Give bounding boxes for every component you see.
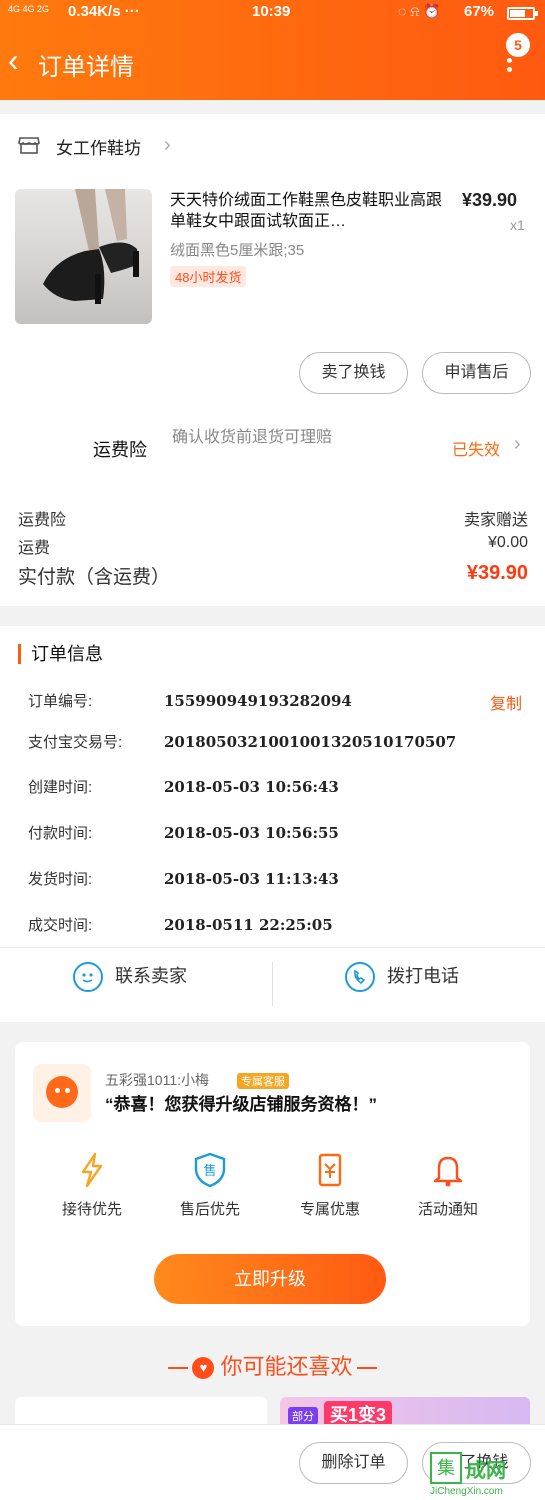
- divider: [168, 1367, 189, 1370]
- perk-reception: 接待优先: [37, 1152, 147, 1219]
- network-speed: 0.34K/s ···: [68, 3, 140, 20]
- contact-seller-button[interactable]: 联系卖家: [73, 962, 187, 993]
- order-info-title: 订单信息: [18, 644, 103, 664]
- info-key: 付款时间:: [28, 825, 93, 842]
- perk-notify: 活动通知: [393, 1152, 503, 1219]
- store-icon: [18, 137, 40, 154]
- mascot-avatar: [33, 1064, 91, 1122]
- fee-value: ¥0.00: [487, 534, 528, 551]
- fee-row-insurance: 运费险 卖家赠送: [18, 506, 528, 530]
- mascot-eye: [65, 1088, 70, 1093]
- fee-value: 卖家赠送: [463, 512, 528, 529]
- info-key: 订单编号:: [28, 693, 93, 710]
- shop-name[interactable]: 女工作鞋坊: [56, 134, 141, 159]
- upgrade-promo-card: 五彩强1011:小梅 专属客服 “恭喜！您获得升级店铺服务资格！” 接待优先 售…: [15, 1042, 530, 1326]
- watermark-url: JiChengXin.com: [430, 1486, 503, 1497]
- product-sku: 绒面黑色5厘米跟;35: [170, 242, 305, 259]
- perk-label: 售后优先: [179, 1201, 240, 1218]
- svg-text:售: 售: [203, 1163, 216, 1179]
- perk-label: 专属优惠: [299, 1201, 360, 1218]
- perk-after-sale: 售 售后优先: [155, 1152, 265, 1219]
- recommend-title: 你可能还喜欢: [220, 1354, 353, 1379]
- shipping-tag: 48小时发货: [170, 266, 247, 287]
- mascot-eye: [55, 1088, 60, 1093]
- chevron-left-icon[interactable]: ‹: [8, 44, 19, 76]
- call-button[interactable]: 拨打电话: [345, 962, 459, 993]
- sell-button[interactable]: 卖了换钱: [299, 352, 408, 394]
- product-price: ¥39.90: [462, 190, 518, 210]
- contact-seller-label: 联系卖家: [115, 966, 187, 986]
- perk-discount: 专属优惠: [275, 1152, 385, 1219]
- insurance-label: 运费险: [93, 440, 147, 460]
- product-image[interactable]: [15, 189, 152, 324]
- info-key: 创建时间:: [28, 779, 93, 796]
- perk-label: 接待优先: [61, 1201, 122, 1218]
- total-label: 实付款（含运费）: [18, 567, 171, 588]
- bell-icon: [433, 1156, 463, 1187]
- promo-tag: 专属客服: [237, 1073, 289, 1089]
- heart-icon: ♥: [192, 1357, 215, 1380]
- recommend-item[interactable]: 部分 买1变3: [280, 1397, 530, 1427]
- info-key: 支付宝交易号:: [28, 734, 123, 751]
- fee-label: 运费险: [18, 512, 67, 529]
- status-bar: 4G 4G 2G 0.34K/s ··· 10:39 ◌ ⍾ ⏰ 67%: [0, 0, 545, 26]
- recommend-tag: 部分: [288, 1407, 318, 1425]
- chevron-right-icon[interactable]: ›: [164, 134, 171, 157]
- watermark-mark: 集: [430, 1452, 462, 1484]
- battery-icon: [507, 7, 538, 20]
- phone-icon: [345, 962, 375, 993]
- network-indicator: 4G 4G 2G: [8, 4, 50, 14]
- fee-label: 运费: [18, 540, 51, 557]
- recommend-item[interactable]: [15, 1397, 267, 1427]
- header-bar: 4G 4G 2G 0.34K/s ··· 10:39 ◌ ⍾ ⏰ 67% ‹ 订…: [0, 0, 545, 100]
- after-sale-button[interactable]: 申请售后: [422, 352, 531, 394]
- copy-button[interactable]: 复制: [490, 690, 522, 714]
- shoe-illustration: [43, 189, 139, 304]
- watermark-name: 成网: [466, 1460, 506, 1482]
- fee-row-total: 实付款（含运费） ¥39.90: [18, 562, 528, 589]
- divider: [0, 947, 545, 948]
- info-key: 发货时间:: [28, 871, 93, 888]
- perk-label: 活动通知: [417, 1201, 478, 1218]
- product-title[interactable]: 天天特价绒面工作鞋黑色皮鞋职业高跟单鞋女中跟面试软面正…: [170, 190, 450, 232]
- alipay-trade-number: 2018050321001001320510170507: [164, 733, 457, 751]
- chat-icon: [73, 962, 103, 993]
- delete-order-button[interactable]: 删除订单: [299, 1442, 408, 1484]
- insurance-status[interactable]: 已失效: [452, 436, 500, 460]
- info-key: 成交时间:: [28, 917, 93, 934]
- created-time: 2018-05-03 10:56:43: [164, 778, 339, 796]
- shield-icon: 售: [194, 1152, 226, 1188]
- upgrade-now-button[interactable]: 立即升级: [154, 1254, 386, 1304]
- battery-fill: [510, 10, 525, 17]
- recommend-heading: ♥ 你可能还喜欢: [0, 1349, 545, 1381]
- shipped-time: 2018-05-03 11:13:43: [164, 870, 339, 888]
- divider: [356, 1367, 377, 1370]
- order-number: 155990949193282094: [164, 692, 352, 710]
- battery-percent: 67%: [464, 3, 495, 20]
- chevron-right-icon[interactable]: ›: [514, 433, 521, 456]
- fee-row-shipping: 运费 ¥0.00: [18, 534, 528, 558]
- watermark-logo: 集 成网 JiChengXin.com: [430, 1452, 542, 1497]
- insurance-desc: 确认收货前退货可理赔: [172, 429, 333, 446]
- promo-sender: 五彩强1011:小梅: [105, 1072, 209, 1088]
- total-value: ¥39.90: [466, 562, 528, 584]
- paid-time: 2018-05-03 10:56:55: [164, 824, 339, 842]
- more-vertical-icon[interactable]: [507, 58, 513, 76]
- lightning-icon: [81, 1152, 103, 1188]
- page-title: 订单详情: [38, 54, 134, 81]
- call-label: 拨打电话: [387, 966, 459, 986]
- divider: [272, 962, 273, 1006]
- completed-time: 2018-0511 22:25:05: [164, 916, 333, 934]
- clock: 10:39: [252, 3, 291, 20]
- status-icons: ◌ ⍾ ⏰: [398, 3, 441, 19]
- mascot-head: [46, 1076, 78, 1108]
- ticket-icon: [318, 1153, 342, 1187]
- message-count-badge[interactable]: 5: [506, 33, 530, 57]
- promo-message: “恭喜！您获得升级店铺服务资格！”: [105, 1095, 377, 1114]
- product-quantity: x1: [510, 217, 525, 233]
